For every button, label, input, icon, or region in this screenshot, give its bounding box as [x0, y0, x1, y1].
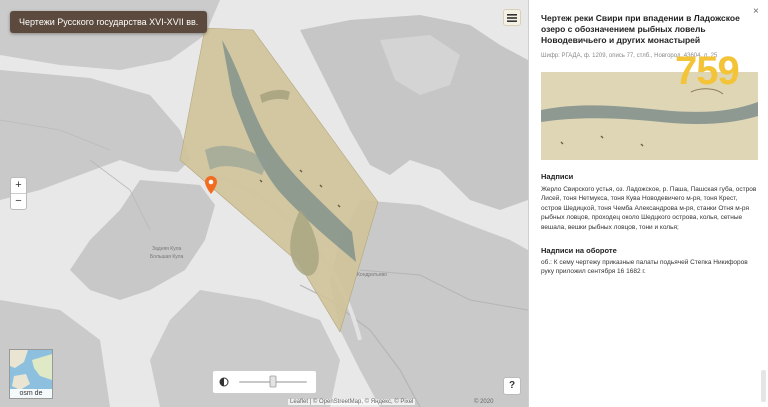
- map-document-title: Чертеж реки Свири при впадении в Ладожск…: [541, 13, 740, 45]
- contrast-icon: [219, 377, 229, 387]
- panel-scrollbar[interactable]: [761, 370, 766, 402]
- map-view[interactable]: Кондратьево Задняя Кула Большая Кула Чер…: [0, 0, 528, 407]
- map-scale-text: © 2020: [474, 399, 494, 405]
- minimap-label: osm de: [10, 389, 52, 398]
- hamburger-icon: [507, 13, 517, 22]
- inscriptions-heading: Надписи: [541, 172, 574, 181]
- location-pin-icon[interactable]: [205, 176, 217, 199]
- collection-title-button[interactable]: Чертежи Русского государства XVI-XVII вв…: [10, 11, 208, 33]
- map-label-kondratyevo: Кондратьево: [357, 272, 387, 278]
- close-panel-button[interactable]: ×: [753, 6, 759, 17]
- zoom-in-button[interactable]: +: [11, 178, 26, 193]
- map-attribution[interactable]: Leaflet | © OpenStreetMap, © Яндекс, © P…: [288, 399, 416, 405]
- reverse-inscriptions-heading: Надписи на обороте: [541, 246, 617, 255]
- catalog-number: 759: [675, 49, 740, 93]
- opacity-control: [212, 370, 317, 394]
- map-tiles[interactable]: [0, 0, 528, 407]
- zoom-out-button[interactable]: −: [11, 193, 26, 209]
- menu-button[interactable]: [503, 9, 521, 26]
- minimap-layer-switcher[interactable]: osm de: [9, 349, 53, 399]
- help-button[interactable]: ?: [503, 377, 521, 395]
- map-label-zadnyaya-kula: Задняя Кула: [152, 246, 182, 252]
- inscriptions-text: Жерло Свирского устья, оз. Ладожское, р.…: [541, 186, 757, 231]
- opacity-slider-handle[interactable]: [269, 375, 277, 388]
- map-label-bolshaya-kula: Большая Кула: [150, 254, 184, 260]
- zoom-control: + −: [10, 177, 27, 210]
- reverse-inscriptions-text: об.: К сему чертежу приказные палаты под…: [541, 259, 748, 276]
- info-panel: × Чертеж реки Свири при впадении в Ладож…: [528, 0, 768, 407]
